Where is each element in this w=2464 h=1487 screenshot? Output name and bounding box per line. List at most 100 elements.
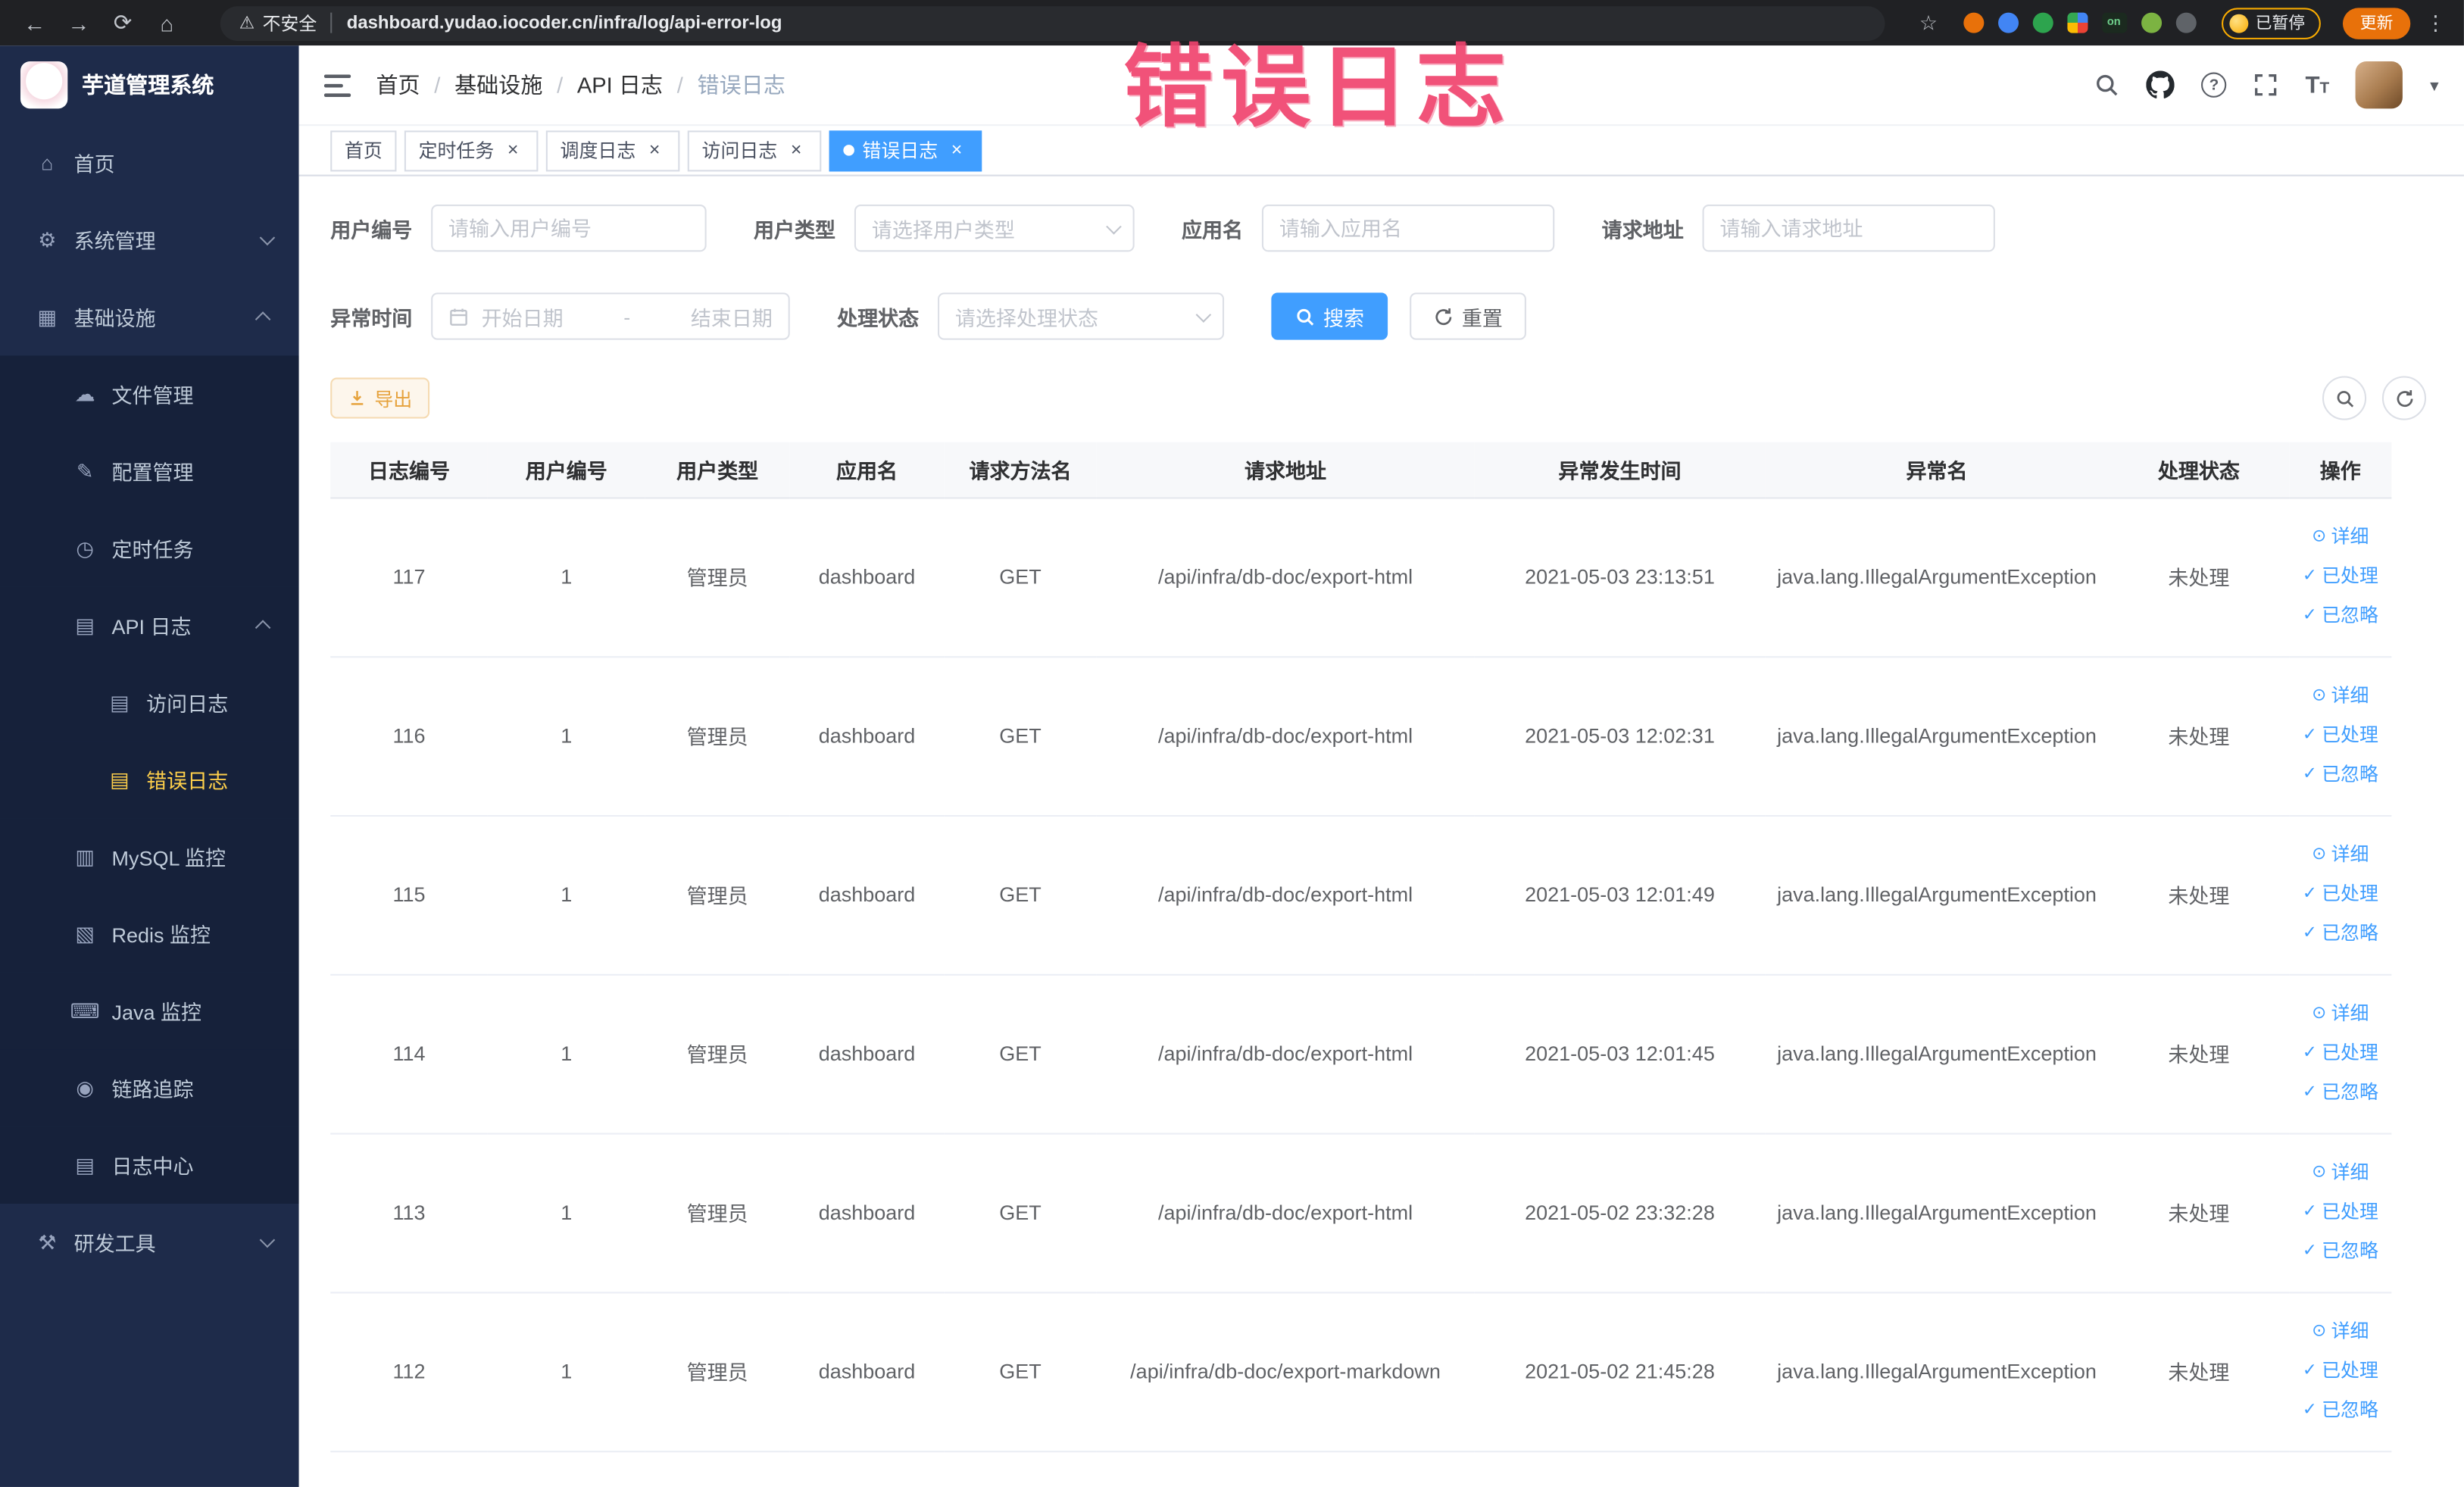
close-icon[interactable]: × (785, 139, 807, 161)
close-icon[interactable]: × (946, 139, 968, 161)
cell-user_type: 管理员 (645, 1132, 790, 1293)
check-icon: ✓ (2302, 764, 2317, 784)
search-button[interactable]: 搜索 (1271, 292, 1388, 340)
logo-image (20, 61, 68, 109)
process-status-select[interactable]: 请选择处理状态 (938, 292, 1225, 340)
action-detail[interactable]: ⊙ 详细 (2299, 1154, 2382, 1193)
extensions-puzzle-icon[interactable] (2066, 12, 2088, 33)
cell-app: dashboard (789, 814, 945, 975)
sidebar-item-java-monitor[interactable]: ⌨ Java 监控 (0, 972, 299, 1050)
action-ignored[interactable]: ✓ 已忽略 (2299, 914, 2382, 954)
back-icon[interactable]: ← (16, 11, 54, 36)
sidebar-item-error-log[interactable]: ▤ 错误日志 (0, 741, 299, 819)
refresh-button[interactable] (2381, 376, 2427, 420)
sidebar-item-log-center[interactable]: ▤ 日志中心 (0, 1126, 299, 1204)
sidebar-item-label: Java 监控 (111, 1001, 202, 1025)
sidebar-item-label: 错误日志 (146, 769, 229, 793)
action-ignored[interactable]: ✓ 已忽略 (2299, 596, 2382, 636)
help-icon[interactable]: ? (2201, 72, 2227, 98)
exception-time-label: 异常时间 (330, 306, 413, 330)
check-icon: ✓ (2302, 1201, 2317, 1221)
action-processed[interactable]: ✓ 已处理 (2299, 1034, 2382, 1073)
font-size-icon[interactable]: TT (2305, 73, 2329, 97)
java-icon: ⌨ (70, 998, 100, 1023)
breadcrumb-item[interactable]: API 日志 (577, 69, 663, 101)
toggle-search-button[interactable] (2322, 376, 2367, 420)
extension-icon[interactable] (2031, 12, 2053, 33)
caret-down-icon[interactable]: ▾ (2430, 75, 2438, 95)
sidebar-item-redis-monitor[interactable]: ▧ Redis 监控 (0, 895, 299, 973)
sidebar-item-config-manage[interactable]: ✎ 配置管理 (0, 433, 299, 511)
tab-access-log[interactable]: 访问日志 × (687, 130, 822, 171)
sidebar-item-scheduled-jobs[interactable]: ◷ 定时任务 (0, 510, 299, 587)
tab-error-log[interactable]: 错误日志 × (829, 130, 982, 171)
app-name-input[interactable] (1262, 205, 1555, 252)
export-button[interactable]: 导出 (330, 377, 430, 419)
user-id-input[interactable] (431, 205, 707, 252)
action-ignored[interactable]: ✓ 已忽略 (2299, 755, 2382, 795)
select-placeholder: 请选择处理状态 (954, 306, 1098, 330)
address-bar[interactable]: ⚠ 不安全 dashboard.yudao.iocoder.cn/infra/l… (220, 5, 1885, 40)
hamburger-icon[interactable] (323, 73, 351, 97)
tab-job-log[interactable]: 调度日志 × (545, 130, 680, 171)
timer-icon: ◷ (76, 536, 94, 560)
close-icon[interactable]: × (644, 139, 666, 161)
extension-icon[interactable] (2141, 12, 2162, 33)
request-url-input[interactable] (1702, 205, 1996, 252)
action-processed[interactable]: ✓ 已处理 (2299, 716, 2382, 755)
reload-icon[interactable]: ⟳ (104, 9, 142, 36)
avatar[interactable] (2356, 61, 2403, 109)
action-processed[interactable]: ✓ 已处理 (2299, 1351, 2382, 1391)
breadcrumb-item[interactable]: 基础设施 (454, 69, 542, 101)
cell-exception: java.lang.IllegalArgumentException (1765, 656, 2109, 817)
github-icon[interactable] (2146, 70, 2175, 98)
sidebar-item-access-log[interactable]: ▤ 访问日志 (0, 664, 299, 742)
action-ignored[interactable]: ✓ 已忽略 (2299, 1391, 2382, 1430)
cell-user_id: 1 (487, 973, 645, 1134)
sidebar-item-mysql-monitor[interactable]: ▥ MySQL 监控 (0, 818, 299, 895)
tab-scheduled-jobs[interactable]: 定时任务 × (404, 130, 539, 171)
extension-icon[interactable] (1963, 12, 1984, 33)
more-menu-icon[interactable]: ⋮ (2423, 11, 2448, 36)
sidebar-item-dev-tools[interactable]: ⚒ 研发工具 (0, 1204, 299, 1281)
close-icon[interactable]: × (502, 139, 524, 161)
fullscreen-icon[interactable] (2253, 73, 2278, 98)
action-detail[interactable]: ⊙ 详细 (2299, 836, 2382, 875)
bookmark-star-icon[interactable]: ☆ (1919, 11, 1938, 36)
action-processed[interactable]: ✓ 已处理 (2299, 875, 2382, 914)
sidebar-item-label: 基础设施 (73, 307, 156, 331)
sidebar: 芋道管理系统 ⌂ 首页 ⚙ 系统管理 ▦ 基础设施 ☁ 文件管理 ✎ 配置管理 … (0, 45, 299, 1487)
action-ignored[interactable]: ✓ 已忽略 (2299, 1232, 2382, 1271)
sidebar-item-api-log[interactable]: ▤ API 日志 (0, 586, 299, 664)
action-detail[interactable]: ⊙ 详细 (2299, 1312, 2382, 1351)
action-detail[interactable]: ⊙ 详细 (2299, 995, 2382, 1034)
sidebar-item-file-manage[interactable]: ☁ 文件管理 (0, 355, 299, 433)
action-detail[interactable]: ⊙ 详细 (2299, 676, 2382, 716)
sidebar-item-home[interactable]: ⌂ 首页 (0, 124, 299, 201)
cell-id: 112 (330, 1292, 488, 1452)
sidebar-item-system[interactable]: ⚙ 系统管理 (0, 201, 299, 279)
forward-icon[interactable]: → (60, 11, 98, 36)
action-detail[interactable]: ⊙ 详细 (2299, 517, 2382, 557)
sidebar-item-infra[interactable]: ▦ 基础设施 (0, 279, 299, 356)
action-ignored[interactable]: ✓ 已忽略 (2299, 1073, 2382, 1113)
tab-home[interactable]: 首页 (330, 130, 397, 171)
update-button[interactable]: 更新 (2342, 7, 2411, 39)
cell-app: dashboard (789, 1292, 945, 1452)
breadcrumb-item[interactable]: 首页 (376, 69, 420, 101)
search-icon[interactable] (2094, 73, 2119, 98)
reset-button[interactable]: 重置 (1410, 292, 1527, 340)
action-label: 已忽略 (2322, 763, 2378, 786)
extension-icon[interactable] (1997, 12, 2019, 33)
action-processed[interactable]: ✓ 已处理 (2299, 557, 2382, 596)
cell-actions: ⊙ 详细 ✓ 已处理 ✓ 已忽略 (2289, 497, 2392, 658)
sidebar-item-label: MySQL 监控 (111, 846, 226, 870)
browser-home-icon[interactable]: ⌂ (148, 11, 186, 36)
action-processed[interactable]: ✓ 已处理 (2299, 1193, 2382, 1232)
extension-on-badge[interactable]: on (2101, 12, 2127, 33)
exception-time-range-picker[interactable]: 开始日期 - 结束日期 (431, 292, 790, 340)
user-type-select[interactable]: 请选择用户类型 (854, 205, 1135, 252)
paused-badge[interactable]: 已暂停 (2220, 7, 2321, 39)
sidebar-item-trace[interactable]: ◉ 链路追踪 (0, 1049, 299, 1127)
extension-icon[interactable] (2175, 12, 2196, 33)
